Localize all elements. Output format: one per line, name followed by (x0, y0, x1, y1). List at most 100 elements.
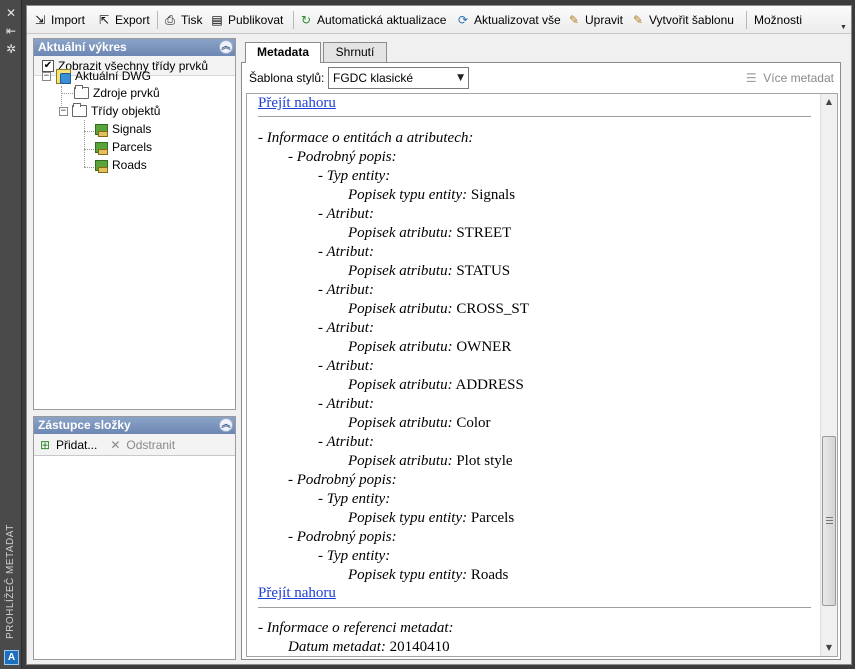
attribute-heading: - Atribut: (318, 396, 374, 412)
toolbar-separator (746, 11, 747, 29)
proxy-toolbar: ⊞ Přidat... ✕ Odstranit (34, 434, 235, 456)
tree-connector (84, 120, 85, 167)
metadata-date-row: Datum metadat: 20140410 (288, 639, 450, 655)
go-to-top-link[interactable]: Přejít nahoru (258, 585, 336, 602)
edit-label: Upravit (585, 13, 624, 27)
metadata-content-frame: Šablona stylů: FGDC klasické ▼ ☰ Více me… (241, 62, 841, 660)
panel-title: Zástupce složky (38, 418, 131, 432)
tree-item-label: Zdroje prvků (93, 86, 160, 100)
collapse-icon[interactable]: ︽ (219, 40, 233, 54)
template-icon: ✎ (632, 13, 644, 27)
printer-icon: ⎙ (165, 13, 175, 27)
entity-type-heading: - Typ entity: (318, 491, 391, 507)
entity-section-heading: - Informace o entitách a atributech: (258, 130, 474, 146)
auto-hide-icon[interactable]: ⇤ (4, 24, 18, 38)
autocad-logo-icon: A (4, 650, 19, 665)
publish-icon: ▤ (211, 13, 223, 27)
remove-label: Odstranit (126, 437, 176, 452)
entity-type-heading: - Typ entity: (318, 168, 391, 184)
toolbar-separator (293, 11, 294, 29)
tree-item-feature-sources[interactable]: Zdroje prvků (74, 84, 160, 102)
edit-button[interactable]: ✎ Upravit (566, 11, 623, 29)
auto-update-button[interactable]: ↻ Automatická aktualizace (298, 11, 446, 29)
attribute-heading: - Atribut: (318, 206, 374, 222)
scroll-up-icon[interactable]: ▲ (821, 94, 837, 110)
tab-metadata[interactable]: Metadata (245, 42, 321, 63)
entity-type-row: Popisek typu entity: Roads (348, 567, 509, 583)
scroll-grip-icon (826, 517, 833, 524)
tree-connector (84, 131, 94, 132)
refresh-icon: ↻ (300, 13, 312, 27)
current-drawing-header[interactable]: Aktuální výkres ︽ (34, 39, 235, 56)
attribute-heading: - Atribut: (318, 358, 374, 374)
remove-x-icon: ✕ (110, 437, 121, 452)
stack-icon: ☰ (745, 71, 757, 85)
stylesheet-selected-value: FGDC klasické (333, 71, 414, 85)
more-metadata-button[interactable]: ☰ Více metadat (743, 70, 834, 86)
panel-title: Aktuální výkres (38, 40, 127, 54)
scrollbar-thumb[interactable] (822, 436, 836, 606)
vertical-scrollbar[interactable]: ▲ ▼ (820, 94, 837, 656)
layer-icon (94, 140, 108, 155)
palette-strip: ✕ ⇤ ✲ PROHLÍŽEČ METADAT A (0, 0, 22, 669)
tab-summary[interactable]: Shrnutí (323, 42, 387, 62)
tree-item-layer[interactable]: Signals (94, 120, 151, 138)
publish-button[interactable]: ▤ Publikovat (209, 11, 283, 29)
update-all-icon: ⟳ (457, 13, 469, 27)
export-icon: ⇱ (98, 13, 110, 27)
tree-item-layer[interactable]: Roads (94, 156, 147, 174)
export-button[interactable]: ⇱ Export (96, 11, 150, 29)
options-button[interactable]: Možnosti (754, 11, 802, 29)
tab-label: Metadata (256, 45, 309, 59)
tree-collapse-icon[interactable]: − (42, 71, 51, 81)
print-button[interactable]: ⎙ Tisk (162, 11, 203, 29)
attribute-row: Popisek atributu: STREET (348, 225, 512, 241)
detail-heading: - Podrobný popis: (288, 472, 397, 488)
update-all-button[interactable]: ⟳ Aktualizovat vše (455, 11, 561, 29)
attribute-heading: - Atribut: (318, 244, 374, 260)
update-all-label: Aktualizovat vše (474, 13, 561, 27)
export-label: Export (115, 13, 150, 27)
tree-item-label: Roads (112, 158, 147, 172)
print-label: Tisk (181, 13, 203, 27)
chevron-down-icon: ▼ (457, 73, 464, 83)
remove-proxy-button[interactable]: ✕ Odstranit (107, 437, 175, 453)
tree-item-layer[interactable]: Parcels (94, 138, 152, 156)
close-icon[interactable]: ✕ (4, 6, 18, 20)
attribute-row: Popisek atributu: OWNER (348, 339, 512, 355)
scroll-down-icon[interactable]: ▼ (821, 640, 837, 656)
tree-connector (61, 93, 73, 94)
tree-collapse-icon[interactable]: − (59, 106, 68, 116)
create-template-button[interactable]: ✎ Vytvořit šablonu (630, 11, 734, 29)
tree-connector (84, 167, 94, 168)
tree-item-object-classes[interactable]: − Třídy objektů (59, 102, 160, 120)
drawing-icon (55, 68, 71, 84)
import-icon: ⇲ (34, 13, 46, 27)
object-tree: − Aktuální DWG Zdroje prvků − Třídy obje… (34, 69, 235, 406)
tree-connector (84, 149, 94, 150)
add-label: Přidat... (56, 437, 98, 452)
metadata-document-view[interactable]: Přejít nahoru - Informace o entitách a a… (246, 93, 838, 657)
attribute-row: Popisek atributu: CROSS_ST (348, 301, 529, 317)
tree-item-current-dwg[interactable]: − Aktuální DWG (42, 67, 151, 85)
import-label: Import (51, 13, 86, 27)
entity-type-row: Popisek typu entity: Parcels (348, 510, 515, 526)
stylesheet-label: Šablona stylů: (249, 71, 325, 85)
add-proxy-button[interactable]: ⊞ Přidat... (37, 437, 97, 453)
import-button[interactable]: ⇲ Import (32, 11, 85, 29)
main-toolbar: ⇲ Import ⇱ Export ⎙ Tisk ▤ Publikovat ↻ … (27, 6, 851, 34)
collapse-icon[interactable]: ︽ (219, 418, 233, 432)
tree-item-label: Aktuální DWG (75, 69, 152, 83)
properties-icon[interactable]: ✲ (4, 42, 18, 56)
add-folder-icon: ⊞ (39, 437, 51, 452)
section-divider (258, 116, 811, 117)
stylesheet-select[interactable]: FGDC klasické ▼ (328, 67, 469, 89)
metadata-viewer-window: ⇲ Import ⇱ Export ⎙ Tisk ▤ Publikovat ↻ … (26, 5, 852, 665)
attribute-row: Popisek atributu: Color (348, 415, 491, 431)
folder-icon (74, 85, 89, 99)
tree-item-label: Signals (112, 122, 152, 136)
toolbar-overflow-icon[interactable]: ▼ (839, 23, 848, 32)
folder-proxy-header[interactable]: Zástupce složky ︽ (34, 417, 235, 434)
tree-item-label: Třídy objektů (91, 104, 161, 118)
go-to-top-link[interactable]: Přejít nahoru (258, 95, 336, 112)
